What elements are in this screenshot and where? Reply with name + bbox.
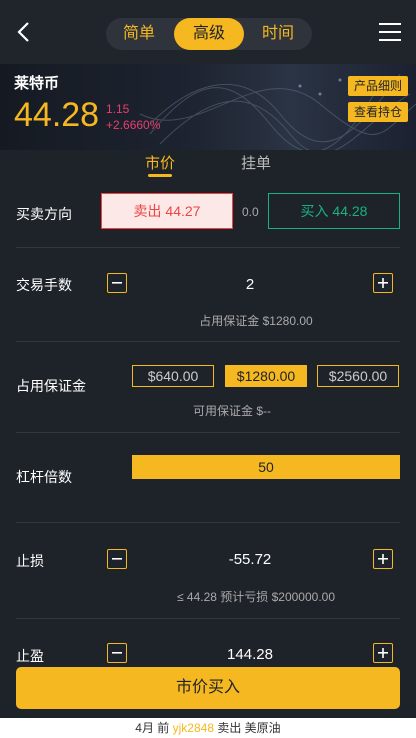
leverage-selector[interactable]: 50	[132, 455, 400, 479]
tab-time[interactable]: 时间	[248, 18, 308, 50]
stop-loss-value: -55.72	[228, 551, 272, 568]
market-buy-button[interactable]: 市价买入	[16, 667, 400, 709]
plus-icon	[378, 278, 388, 288]
minus-icon	[112, 282, 122, 284]
margin-option-1280[interactable]: $1280.00	[225, 365, 307, 387]
tab-simple[interactable]: 简单	[110, 18, 168, 50]
stop-loss-increase-button[interactable]	[373, 549, 393, 569]
trade-ticker: 4月 前 yjk2848 卖出 美原油	[0, 718, 416, 738]
lots-label: 交易手数	[16, 277, 72, 293]
view-positions-button[interactable]: 查看持仓	[347, 102, 408, 122]
tab-advanced[interactable]: 高级	[174, 18, 244, 50]
take-profit-decrease-button[interactable]	[107, 643, 127, 663]
top-bar: 简单 高级 时间	[0, 0, 416, 64]
mode-switch: 简单 高级 时间	[106, 18, 312, 50]
plus-icon	[378, 554, 388, 564]
current-price: 44.28	[14, 96, 100, 134]
divider	[16, 522, 400, 523]
buy-button[interactable]: 买入 44.28	[268, 193, 400, 229]
product-banner: 莱特币 44.28 1.15 +2.6660% 产品细则 查看持仓	[0, 64, 416, 150]
divider	[16, 341, 400, 342]
stop-loss-label: 止损	[16, 553, 44, 569]
back-arrow-icon[interactable]	[14, 20, 36, 44]
change-absolute: 1.15	[106, 102, 130, 116]
divider	[16, 618, 400, 619]
lots-decrease-button[interactable]	[107, 273, 127, 293]
active-tab-indicator	[148, 174, 172, 177]
divider	[16, 247, 400, 248]
ticker-user: yjk2848	[172, 721, 215, 735]
minus-icon	[112, 558, 122, 560]
stop-loss-hint: ≤ 44.28 预计亏损 $200000.00	[176, 590, 336, 604]
take-profit-label: 止盈	[16, 648, 44, 664]
minus-icon	[112, 652, 122, 654]
margin-option-2560[interactable]: $2560.00	[317, 365, 399, 387]
margin-option-640[interactable]: $640.00	[132, 365, 214, 387]
tab-market[interactable]: 市价	[145, 152, 175, 173]
product-name: 莱特币	[14, 75, 60, 92]
leverage-label: 杠杆倍数	[16, 469, 72, 485]
ticker-prefix: 4月 前	[135, 721, 173, 735]
price-change: 1.15 +2.6660%	[106, 101, 160, 133]
take-profit-increase-button[interactable]	[373, 643, 393, 663]
take-profit-value: 144.28	[227, 646, 273, 663]
lots-increase-button[interactable]	[373, 273, 393, 293]
lots-value: 2	[245, 276, 255, 293]
direction-label: 买卖方向	[16, 206, 72, 222]
divider	[16, 432, 400, 433]
change-percent: +2.6660%	[106, 118, 161, 132]
plus-icon	[378, 648, 388, 658]
tab-pending[interactable]: 挂单	[241, 152, 271, 173]
menu-icon[interactable]	[379, 23, 401, 41]
product-rules-button[interactable]: 产品细则	[347, 76, 408, 96]
spread-value: 0.0	[242, 205, 259, 219]
ticker-suffix: 卖出 美原油	[214, 721, 281, 735]
sell-button[interactable]: 卖出 44.27	[101, 193, 233, 229]
available-margin-hint: 可用保证金 $--	[192, 404, 271, 418]
margin-label: 占用保证金	[16, 378, 86, 394]
stop-loss-decrease-button[interactable]	[107, 549, 127, 569]
lots-margin-hint: 占用保证金 $1280.00	[199, 314, 313, 328]
